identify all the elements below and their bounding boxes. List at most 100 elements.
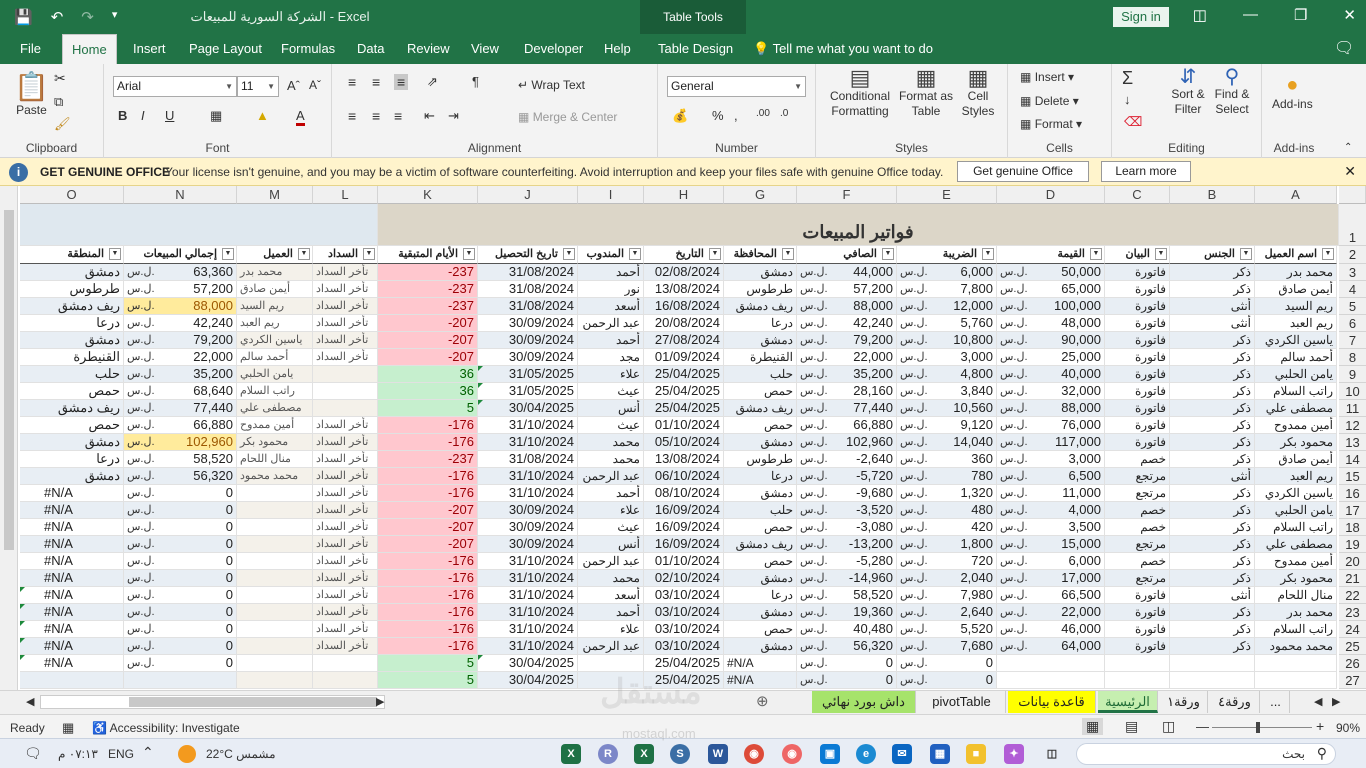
sheet-tab-main[interactable]: الرئيسية: [1098, 691, 1158, 713]
cell-m18[interactable]: [237, 519, 313, 536]
cell-n5[interactable]: ل.س. 88,000: [124, 298, 237, 315]
cell-a6[interactable]: ريم العبد: [1255, 315, 1337, 332]
cell-f14[interactable]: ل.س. -2,640: [797, 451, 897, 468]
cell-c4[interactable]: فاتورة: [1105, 281, 1170, 298]
cell-n15[interactable]: ل.س. 56,320: [124, 468, 237, 485]
cell-o3[interactable]: دمشق: [20, 264, 124, 281]
cell-d26[interactable]: [997, 655, 1105, 672]
cell-k21[interactable]: -176: [378, 570, 478, 587]
cell-l13[interactable]: تأخر السداد: [313, 434, 378, 451]
cell-l5[interactable]: تأخر السداد: [313, 298, 378, 315]
minimize-icon[interactable]: —: [1243, 6, 1258, 24]
cell-i3[interactable]: أحمد: [578, 264, 644, 281]
cell-k25[interactable]: -176: [378, 638, 478, 655]
mail-icon[interactable]: ✉: [892, 744, 912, 764]
row-header[interactable]: 17: [1339, 502, 1366, 519]
cell-a25[interactable]: محمد محمود: [1255, 638, 1337, 655]
row-header[interactable]: 14: [1339, 451, 1366, 468]
cell-e20[interactable]: ل.س. 720: [897, 553, 997, 570]
cell-l7[interactable]: تأخر السداد: [313, 332, 378, 349]
cell-k22[interactable]: -176: [378, 587, 478, 604]
cell-n4[interactable]: ل.س. 57,200: [124, 281, 237, 298]
cell-f7[interactable]: ل.س. 79,200: [797, 332, 897, 349]
cell-m10[interactable]: راتب السلام: [237, 383, 313, 400]
cell-c26[interactable]: [1105, 655, 1170, 672]
cell-k6[interactable]: -207: [378, 315, 478, 332]
cell-f19[interactable]: ل.س. -13,200: [797, 536, 897, 553]
fill-color-icon[interactable]: ▲: [256, 108, 269, 123]
cell-e18[interactable]: ل.س. 420: [897, 519, 997, 536]
cell-styles-button[interactable]: ▦ Cell Styles: [956, 67, 1000, 119]
cell-e13[interactable]: ل.س. 14,040: [897, 434, 997, 451]
cell-d7[interactable]: ل.س. 90,000: [997, 332, 1105, 349]
cell-j17[interactable]: 30/09/2024: [478, 502, 578, 519]
cell-i14[interactable]: محمد: [578, 451, 644, 468]
cell-b19[interactable]: ذكر: [1170, 536, 1255, 553]
cell-d11[interactable]: ل.س. 88,000: [997, 400, 1105, 417]
macro-record-icon[interactable]: ▦: [62, 720, 74, 736]
hscroll-thumb[interactable]: [129, 697, 377, 707]
cell-n25[interactable]: ل.س. 0: [124, 638, 237, 655]
cell-h20[interactable]: 01/10/2024: [644, 553, 724, 570]
cell-h26[interactable]: 25/04/2025: [644, 655, 724, 672]
cell-c5[interactable]: فاتورة: [1105, 298, 1170, 315]
cell-o13[interactable]: دمشق: [20, 434, 124, 451]
cell-m17[interactable]: [237, 502, 313, 519]
cell-b17[interactable]: ذكر: [1170, 502, 1255, 519]
cell-l26[interactable]: [313, 655, 378, 672]
learn-more-button[interactable]: Learn more: [1101, 161, 1191, 182]
cell-j9[interactable]: 31/05/2025: [478, 366, 578, 383]
cell-c13[interactable]: فاتورة: [1105, 434, 1170, 451]
table-header-f[interactable]: الصافي ▼: [797, 246, 897, 264]
cell-k5[interactable]: -237: [378, 298, 478, 315]
filter-dropdown-icon[interactable]: ▼: [709, 248, 721, 260]
insert-cells-button[interactable]: ▦ Insert ▾: [1020, 70, 1074, 84]
column-header-f[interactable]: F: [797, 186, 897, 204]
column-header-l[interactable]: L: [313, 186, 378, 204]
cell-c21[interactable]: مرتجع: [1105, 570, 1170, 587]
cell-d18[interactable]: ل.س. 3,500: [997, 519, 1105, 536]
cell-o9[interactable]: حلب: [20, 366, 124, 383]
app-icon-3[interactable]: ◉: [782, 744, 802, 764]
cell-m16[interactable]: [237, 485, 313, 502]
fill-icon[interactable]: ↓: [1124, 92, 1131, 107]
cell-a14[interactable]: أيمن صادق: [1255, 451, 1337, 468]
cell-k8[interactable]: -207: [378, 349, 478, 366]
merge-center-button[interactable]: ▦ Merge & Center: [518, 110, 617, 124]
cell-e19[interactable]: ل.س. 1,800: [897, 536, 997, 553]
tab-help[interactable]: Help: [604, 34, 631, 64]
cell-o20[interactable]: #N/A: [20, 553, 124, 570]
cell-n8[interactable]: ل.س. 22,000: [124, 349, 237, 366]
cell-c10[interactable]: فاتورة: [1105, 383, 1170, 400]
cell-o16[interactable]: #N/A: [20, 485, 124, 502]
cell-a11[interactable]: مصطفى علي: [1255, 400, 1337, 417]
table-header-m[interactable]: العميل ▼: [237, 246, 313, 264]
app-icon-2[interactable]: S: [670, 744, 690, 764]
cell-i23[interactable]: أحمد: [578, 604, 644, 621]
cell-i4[interactable]: نور: [578, 281, 644, 298]
cell-g13[interactable]: دمشق: [724, 434, 797, 451]
edge-icon[interactable]: e: [856, 744, 876, 764]
sign-in-button[interactable]: Sign in: [1113, 7, 1169, 27]
row-header[interactable]: 18: [1339, 519, 1366, 536]
cell-g21[interactable]: دمشق: [724, 570, 797, 587]
page-break-view-icon[interactable]: ◫: [1162, 718, 1175, 735]
filter-dropdown-icon[interactable]: ▼: [1155, 248, 1167, 260]
cell-j3[interactable]: 31/08/2024: [478, 264, 578, 281]
cell-d24[interactable]: ل.س. 46,000: [997, 621, 1105, 638]
cell-d8[interactable]: ل.س. 25,000: [997, 349, 1105, 366]
cell-n19[interactable]: ل.س. 0: [124, 536, 237, 553]
cell-k26[interactable]: 5: [378, 655, 478, 672]
cell-n14[interactable]: ل.س. 58,520: [124, 451, 237, 468]
cell-g14[interactable]: طرطوس: [724, 451, 797, 468]
cell-c14[interactable]: خصم: [1105, 451, 1170, 468]
cell-h8[interactable]: 01/09/2024: [644, 349, 724, 366]
cell-i18[interactable]: عيث: [578, 519, 644, 536]
row-header[interactable]: 20: [1339, 553, 1366, 570]
cell-i6[interactable]: عبد الرحمن: [578, 315, 644, 332]
row-header[interactable]: 1: [1339, 204, 1366, 246]
cell-o18[interactable]: #N/A: [20, 519, 124, 536]
cell-e4[interactable]: ل.س. 7,800: [897, 281, 997, 298]
cell-b26[interactable]: [1170, 655, 1255, 672]
cell-o19[interactable]: #N/A: [20, 536, 124, 553]
